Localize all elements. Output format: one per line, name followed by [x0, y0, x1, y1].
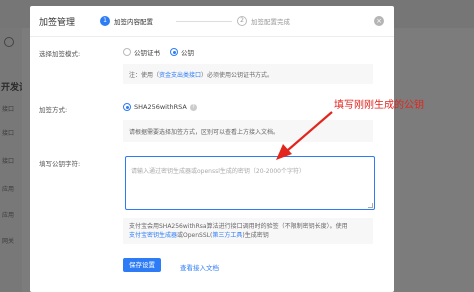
- algorithm-note: 支付宝会用SHA256withRsa算法进行接口调用时的验签（不限制密钥长度）。…: [123, 218, 373, 244]
- step-1-number: 1: [100, 16, 110, 26]
- modal-header-divider: [30, 36, 394, 37]
- annotation-text: 填写刚刚生成的公钥: [334, 100, 424, 111]
- radio-sha256withrsa[interactable]: SHA256withRSA ?: [123, 103, 197, 111]
- fund-interface-link[interactable]: 资金支出类接口: [159, 70, 201, 79]
- modal-title: 加签管理: [39, 18, 76, 28]
- background-nav-item: 应用: [2, 212, 15, 219]
- sign-mode-label: 选择加签模式:: [39, 50, 81, 58]
- background-nav-item: 应用: [2, 186, 15, 193]
- background-nav-item: 接口: [2, 158, 15, 165]
- radio-circle-checked[interactable]: [170, 48, 178, 56]
- radio-circle[interactable]: [123, 48, 131, 56]
- save-settings-button[interactable]: 保存设置: [123, 258, 161, 272]
- radio-label: 公钥: [181, 49, 194, 57]
- resize-handle-icon[interactable]: [368, 203, 373, 208]
- radio-label: 公钥证书: [134, 49, 160, 57]
- help-icon[interactable]: ?: [189, 103, 197, 111]
- step-2: 2 加签配置完成: [237, 16, 290, 26]
- radio-circle-checked[interactable]: [123, 103, 131, 111]
- third-party-tool-link[interactable]: 第三方工具: [212, 232, 242, 239]
- sign-method-note: 请根据需要选择加签方式，区别可以查看上方接入文档。: [123, 120, 373, 142]
- step-2-label: 加签配置完成: [251, 18, 290, 26]
- sign-method-label: 加签方式:: [39, 106, 68, 114]
- view-docs-link[interactable]: 查看接入文档: [180, 262, 219, 272]
- note-suffix: ）必须使用公钥证书方式。: [201, 71, 274, 79]
- step-1-label: 加签内容配置: [114, 18, 153, 26]
- radio-public-key[interactable]: 公钥: [170, 47, 194, 57]
- sign-management-modal: 加签管理 1 加签内容配置 2 加签配置完成 × 选择加签模式: 公钥证书 公钥…: [30, 6, 394, 292]
- background-add-icon: [4, 37, 14, 47]
- note-prefix: 注：使用（: [129, 71, 160, 79]
- note-text: 或OpenSSL(: [177, 232, 213, 239]
- note-text: )生成密钥: [242, 232, 269, 239]
- public-key-textarea[interactable]: 请输入通过密钥生成器或openssl生成的密钥（20-2000个字符）: [125, 156, 375, 210]
- algorithm-note-line2: 支付宝密钥生成器或OpenSSL(第三方工具)生成密钥: [129, 231, 367, 240]
- close-icon[interactable]: ×: [374, 16, 384, 26]
- public-key-label: 填写公钥字符:: [39, 160, 81, 168]
- textarea-placeholder: 请输入通过密钥生成器或openssl生成的密钥（20-2000个字符）: [131, 168, 305, 175]
- radio-label: SHA256withRSA: [134, 103, 187, 111]
- background-nav-item: 网关: [2, 238, 15, 245]
- radio-public-key-cert[interactable]: 公钥证书: [123, 47, 160, 57]
- background-nav-item: 接口: [2, 130, 15, 137]
- step-1: 1 加签内容配置: [100, 16, 153, 26]
- background-nav-item: 接口: [2, 106, 15, 113]
- sign-mode-note: 注：使用（ 资金支出类接口 ）必须使用公钥证书方式。: [123, 64, 373, 84]
- sign-method-note-text: 请根据需要选择加签方式，区别可以查看上方接入文档。: [129, 128, 280, 136]
- key-generator-link[interactable]: 支付宝密钥生成器: [129, 232, 177, 239]
- step-connector: [176, 21, 232, 22]
- step-2-number: 2: [237, 16, 247, 26]
- algorithm-note-line1: 支付宝会用SHA256withRsa算法进行接口调用时的验签（不限制密钥长度）。…: [129, 223, 348, 230]
- background-section-title: 开发设置: [1, 83, 22, 93]
